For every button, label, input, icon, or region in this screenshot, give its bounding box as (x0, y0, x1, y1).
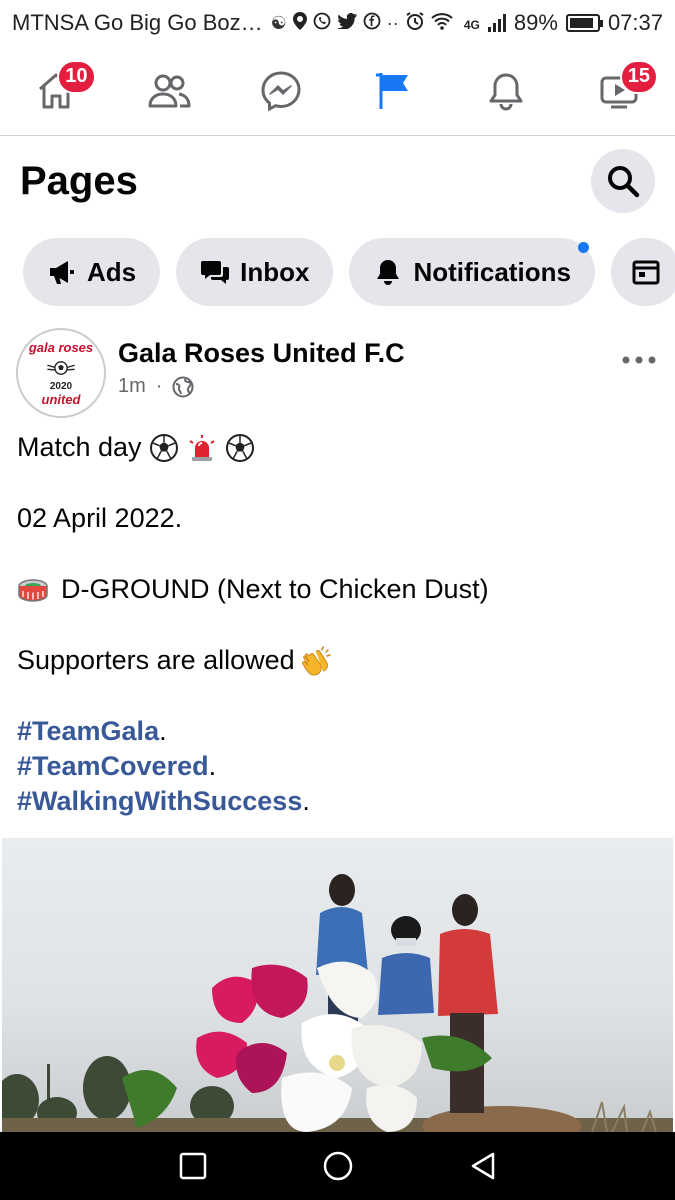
more-dots-icon: ·· (386, 12, 399, 33)
hashtag-link[interactable]: #TeamCovered (17, 749, 209, 784)
back-button[interactable] (466, 1149, 500, 1183)
carrier-name: MTNSA Go Big Go Boz… (12, 10, 263, 35)
search-button[interactable] (591, 149, 655, 213)
watch-badge: 15 (619, 59, 658, 94)
hashtag-line: #TeamCovered. (17, 749, 657, 784)
person-middle (378, 916, 434, 1015)
whatsapp-icon (313, 12, 331, 35)
flowers (122, 961, 492, 1132)
page-title: Pages (20, 158, 138, 203)
hashtag-period: . (159, 716, 167, 746)
globe-icon (172, 376, 194, 397)
post-photo[interactable] (2, 838, 673, 1132)
top-nav: 10 15 (0, 46, 675, 136)
supporters-line: Supporters are allowed (17, 643, 657, 678)
twitter-icon (336, 12, 357, 34)
unread-dot (577, 242, 589, 253)
home-badge: 10 (57, 59, 96, 94)
hashtag-period: . (208, 751, 217, 781)
battery-icon (565, 14, 603, 32)
date-text: 02 April 2022. (17, 503, 183, 533)
avatar-year: 2020 (49, 380, 73, 392)
soccer-ball-icon (224, 432, 256, 464)
nav-watch[interactable]: 15 (584, 56, 658, 126)
hashtag-link[interactable]: #WalkingWithSuccess (17, 784, 302, 819)
more-horizontal-icon (622, 356, 656, 364)
notification-icons: ☯ ·· (271, 11, 453, 36)
chip-label: Ads (87, 256, 137, 287)
hashtag-line: #WalkingWithSuccess. (17, 784, 657, 819)
post-time[interactable]: 1m (118, 375, 146, 398)
chip-ads[interactable]: Ads (23, 238, 161, 306)
supporters-text: Supporters are allowed (17, 645, 295, 675)
clapping-hands-icon (301, 645, 333, 677)
chip-notifications[interactable]: Notifications (349, 238, 595, 306)
chip-inbox[interactable]: Inbox (176, 238, 334, 306)
nav-notifications[interactable] (471, 56, 541, 126)
page-avatar[interactable]: gala roses 2020 united (16, 328, 106, 418)
facebook-icon (363, 12, 381, 35)
separator-dot: · (155, 375, 163, 397)
page-tools-chips: Ads Inbox Notifications (0, 238, 675, 308)
hashtag-link[interactable]: #TeamGala (17, 714, 159, 749)
post-subline: 1m · (118, 375, 619, 398)
megaphone-icon (50, 261, 74, 284)
post-author[interactable]: Gala Roses United F.C (118, 338, 619, 369)
police-light-icon (186, 432, 218, 464)
search-icon (608, 166, 640, 198)
nav-friends[interactable] (134, 56, 204, 126)
android-nav-bar (0, 1132, 675, 1200)
nav-messenger[interactable] (246, 56, 316, 126)
wifi-icon (431, 12, 453, 35)
photo-scene (2, 874, 673, 1132)
recent-apps-button[interactable] (176, 1149, 210, 1183)
chip-more[interactable] (610, 238, 675, 306)
post-header: gala roses 2020 united Gala Roses United… (0, 322, 675, 420)
clock: 07:37 (607, 10, 663, 35)
chip-label: Notifications (413, 256, 571, 287)
calendar-icon (632, 260, 660, 285)
stadium-icon (17, 574, 49, 606)
status-bar: MTNSA Go Big Go Boz… ☯ ·· 4G 89% 07:37 (0, 0, 675, 46)
flag-icon (375, 72, 408, 109)
hashtag-period: . (302, 786, 310, 816)
battery-percent: 89% (513, 10, 558, 35)
post-meta: Gala Roses United F.C 1m · (118, 328, 619, 398)
date-line: 02 April 2022. (17, 501, 657, 536)
people-icon: ☯ (270, 12, 287, 33)
venue-text: D-GROUND (Next to Chicken Dust) (61, 574, 489, 604)
soccer-ball-logo-icon (46, 355, 76, 381)
match-day-line: Match day (17, 430, 657, 465)
home-button[interactable] (321, 1149, 355, 1183)
venue-line: D-GROUND (Next to Chicken Dust) (17, 572, 657, 607)
location-icon (292, 11, 307, 35)
signal-icon (487, 14, 506, 32)
post-more-button[interactable] (619, 340, 659, 380)
person-right (438, 894, 498, 1113)
bell-icon (377, 260, 400, 285)
friends-icon (148, 74, 191, 107)
post-text: Match day 02 April 2022. D-GROUND (Next … (17, 430, 657, 819)
chat-icon (201, 261, 230, 284)
hashtag-line: #TeamGala. (17, 714, 657, 749)
messenger-icon (261, 70, 301, 112)
nav-pages[interactable] (359, 56, 429, 126)
network-type: 4G (463, 18, 480, 32)
chip-label: Inbox (240, 256, 310, 287)
soil-pile (422, 1106, 582, 1132)
avatar-text-bottom: united (41, 391, 81, 407)
page-header: Pages (0, 137, 675, 225)
match-day-text: Match day (17, 432, 142, 462)
avatar-text-top: gala roses (28, 339, 94, 355)
alarm-icon (405, 11, 425, 36)
bell-icon (489, 73, 523, 110)
nav-home[interactable]: 10 (21, 56, 96, 126)
soccer-ball-icon (148, 432, 180, 464)
